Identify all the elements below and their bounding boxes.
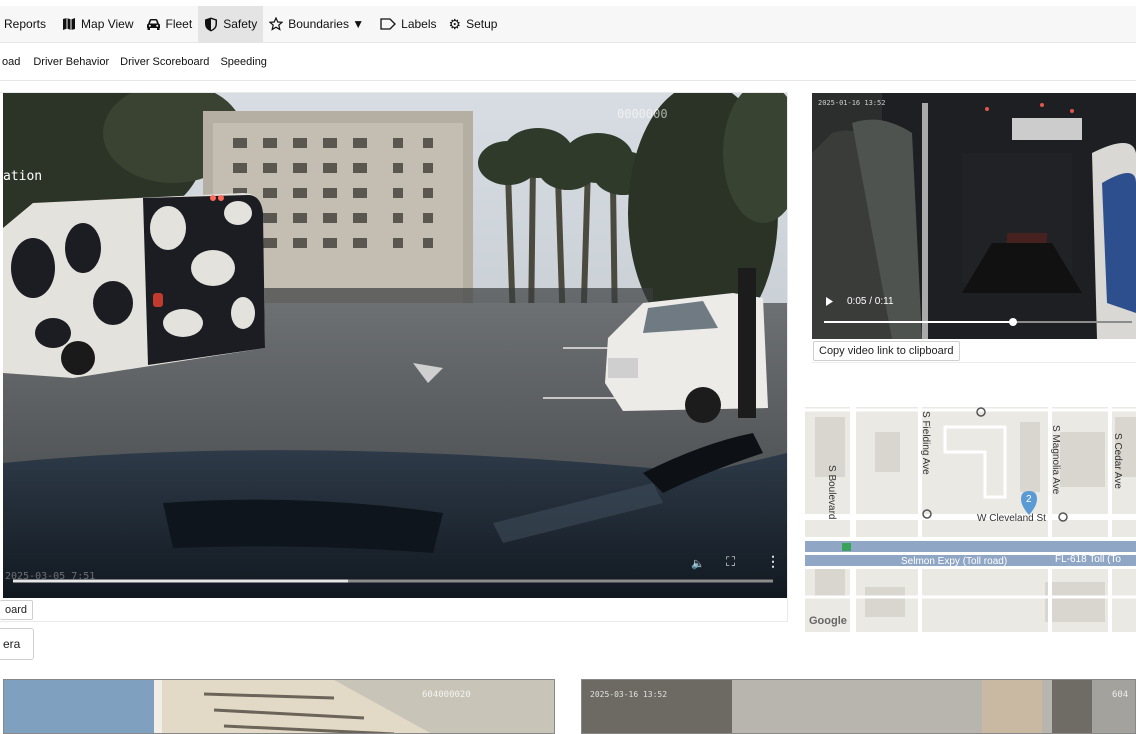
subnav-dashboard[interactable]: oad (0, 56, 27, 68)
nav-map-view[interactable]: Map View (56, 6, 139, 43)
tag-icon (380, 18, 397, 30)
camera-button[interactable]: era (0, 628, 34, 660)
copy-video-link-button-side[interactable]: Copy video link to clipboard (813, 341, 960, 361)
nav-label: Labels (401, 17, 437, 31)
map-marker[interactable]: 2 (1026, 494, 1032, 505)
car-icon (146, 19, 160, 30)
main-video-frame (3, 93, 787, 598)
nav-label: Boundaries ▼ (288, 17, 365, 31)
gear-icon: ⚙ (448, 16, 462, 32)
map-street-s-boulevard: S Boulevard (826, 465, 837, 520)
nav-setup[interactable]: ⚙ Setup (443, 6, 504, 43)
google-logo: Google (809, 615, 847, 627)
map-icon (63, 18, 76, 30)
nav-label: Setup (466, 17, 498, 31)
nav-fleet[interactable]: Fleet (140, 6, 199, 43)
shield-icon (205, 17, 218, 31)
map-street-fl-618: FL-618 Toll (To (1055, 554, 1121, 565)
nav-label: Safety (223, 17, 258, 31)
volume-icon[interactable]: 🔈 (691, 557, 705, 570)
top-nav: Reports Map View Fleet Safety Boundaries… (0, 5, 1136, 43)
nav-label: Reports (4, 17, 47, 31)
nav-label: Map View (81, 17, 134, 31)
star-icon (269, 17, 284, 31)
nav-label: Fleet (165, 17, 193, 31)
map-street-s-fielding-ave: S Fielding Ave (920, 411, 931, 475)
fullscreen-icon[interactable]: ⛶ (726, 554, 735, 570)
nav-reports[interactable]: Reports (0, 6, 52, 43)
bottom-right-video-id: 604 (1112, 690, 1129, 700)
map-canvas (805, 407, 1136, 632)
sub-nav: oad Driver Behavior Driver Scoreboard Sp… (0, 43, 1136, 81)
video-overlay-location: ation (3, 169, 43, 184)
bottom-right-video-timestamp: 2025-03-16 13:52 (590, 690, 668, 699)
map-street-selmon-expy: Selmon Expy (Toll road) (901, 556, 1008, 567)
main-video-player[interactable]: ation 0000000 2025-03-05 7:51 🔈 ⛶ ⋮ (3, 93, 787, 598)
bottom-left-video-frame (4, 680, 554, 733)
side-video-time-display: 0:05 / 0:11 (847, 296, 894, 307)
map-view[interactable]: S Boulevard S Fielding Ave S Magnolia Av… (805, 407, 1136, 632)
nav-boundaries[interactable]: Boundaries ▼ (263, 6, 370, 43)
subnav-driver-scoreboard[interactable]: Driver Scoreboard (120, 56, 216, 68)
subnav-driver-behavior[interactable]: Driver Behavior (33, 56, 116, 68)
bottom-left-video-id: 604000020 (422, 690, 471, 700)
map-street-s-magnolia-ave: S Magnolia Ave (1050, 425, 1061, 495)
more-options-icon[interactable]: ⋮ (766, 553, 780, 570)
nav-safety[interactable]: Safety (198, 5, 264, 43)
bottom-right-video-frame (582, 680, 1135, 733)
bottom-left-video-player[interactable]: 604000020 (3, 679, 555, 734)
side-video-player[interactable]: 2025-01-16 13:52 0:05 / 0:11 (812, 93, 1136, 339)
subnav-speeding[interactable]: Speeding (220, 56, 274, 68)
nav-labels[interactable]: Labels (374, 6, 442, 43)
bottom-right-video-player[interactable]: 2025-03-16 13:52 604 (581, 679, 1136, 734)
side-video-timestamp: 2025-01-16 13:52 (818, 99, 886, 107)
video-overlay-id: 0000000 (617, 107, 668, 121)
video-overlay-timestamp: 2025-03-05 7:51 (5, 571, 96, 582)
map-street-s-cedar-ave: S Cedar Ave (1112, 433, 1123, 489)
copy-video-link-button[interactable]: oard (0, 600, 34, 620)
map-street-w-cleveland-st: W Cleveland St (977, 513, 1046, 524)
